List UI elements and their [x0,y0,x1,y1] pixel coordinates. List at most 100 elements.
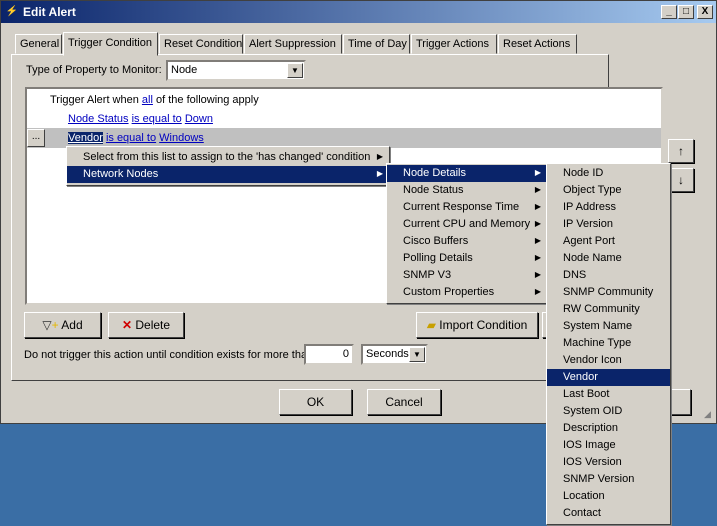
move-down-button[interactable]: ↓ [668,168,694,192]
condition-row-1: Node Status is equal to Down [68,113,213,125]
context-menu-node-details: Node ID Object Type IP Address IP Version Ag… [546,163,671,525]
menu-item-dns[interactable]: DNS [547,267,670,284]
menu-item-vendor[interactable]: Vendor [547,369,670,386]
menu-item-label: System Name [563,320,633,332]
menu-item-label: DNS [563,269,587,281]
menu-item-label: Cisco Buffers [403,235,469,247]
tab-trigger-actions[interactable]: Trigger Actions [411,34,497,54]
add-button-label: Add [61,318,83,332]
submenu-arrow-icon: ▶ [534,202,541,211]
menu-item-node-name[interactable]: Node Name [547,250,670,267]
menu-item-node-id[interactable]: Node ID [547,165,670,182]
property-type-select[interactable]: Node ▼ [166,60,306,81]
menu-item-snmp-v3[interactable]: SNMP V3 ▶ [387,267,547,284]
menu-item-contact[interactable]: Contact [547,505,670,522]
menu-item-cisco-buffers[interactable]: Cisco Buffers ▶ [387,233,547,250]
menu-item-polling-details[interactable]: Polling Details ▶ [387,250,547,267]
cancel-button[interactable]: Cancel [367,389,441,415]
menu-item-agent-port[interactable]: Agent Port [547,233,670,250]
delay-value-input[interactable]: 0 [304,344,354,365]
delete-button-label: Delete [135,318,171,332]
menu-item-label: Node Name [563,252,622,264]
row2-field-link[interactable]: Vendor [68,132,103,144]
menu-item-label: SNMP V3 [403,269,452,281]
menu-item-label: SNMP Community [563,286,654,298]
row1-value-link[interactable]: Down [185,113,213,125]
menu-item-description[interactable]: Description [547,420,670,437]
menu-item-label: SNMP Version [563,473,635,485]
menu-item-ip-version[interactable]: IP Version [547,216,670,233]
tab-time-of-day[interactable]: Time of Day [343,34,410,54]
menu-item-label: Vendor Icon [563,354,622,366]
menu-item-label: Node Details [403,167,466,179]
menu-item-label: Node Status [403,184,464,196]
menu-item-ios-image[interactable]: IOS Image [547,437,670,454]
title-bar[interactable]: ⚡ Edit Alert _ □ X [1,1,716,23]
menu-item-location[interactable]: Location [547,488,670,505]
all-any-link[interactable]: all [142,94,153,106]
menu-item-object-type[interactable]: Object Type [547,182,670,199]
ok-button[interactable]: OK [279,389,352,415]
delay-label: Do not trigger this action until conditi… [24,349,314,361]
header-text-pre: Trigger Alert when [50,94,142,106]
menu-item-ios-version[interactable]: IOS Version [547,454,670,471]
add-button[interactable]: ▽+ Add [24,312,101,338]
close-button[interactable]: X [697,5,713,19]
menu-item-rw-community[interactable]: RW Community [547,301,670,318]
menu-item-label: Description [563,422,619,434]
menu-item-ip-address[interactable]: IP Address [547,199,670,216]
menu-item-custom-properties[interactable]: Custom Properties ▶ [387,284,547,301]
menu-item-label: Current Response Time [403,201,520,213]
menu-item-node-status[interactable]: Node Status ▶ [387,182,547,199]
import-condition-button[interactable]: ▰ Import Condition [416,312,538,338]
submenu-arrow-icon: ▶ [534,185,541,194]
row2-value-link[interactable]: Windows [159,132,204,144]
chevron-down-icon[interactable]: ▼ [409,347,425,362]
maximize-button[interactable]: □ [678,5,694,19]
menu-item-system-oid[interactable]: System OID [547,403,670,420]
submenu-arrow-icon: ▶ [534,236,541,245]
menu-item-label: Contact [563,507,601,519]
menu-item-snmp-version[interactable]: SNMP Version [547,471,670,488]
row1-operator-link[interactable]: is equal to [132,113,182,125]
condition-header: Trigger Alert when all of the following … [50,94,259,106]
menu-item-vendor-icon[interactable]: Vendor Icon [547,352,670,369]
context-menu-node-categories: Node Details ▶ Node Status ▶ Current Respons… [386,163,548,304]
tab-reset-condition[interactable]: Reset Condition [159,34,243,54]
move-up-button[interactable]: ↑ [668,139,694,163]
property-type-value: Node [171,64,198,76]
import-button-label: Import Condition [439,318,528,332]
folder-icon: ▰ [426,318,436,332]
menu-item-label: Vendor [563,371,598,383]
tab-reset-actions[interactable]: Reset Actions [498,34,577,54]
menu-item-machine-type[interactable]: Machine Type [547,335,670,352]
menu-item-snmp-community[interactable]: SNMP Community [547,284,670,301]
menu-item-network-nodes[interactable]: Network Nodes ▶ [67,166,389,183]
menu-item-label: Polling Details [403,252,473,264]
row2-operator-link[interactable]: is equal to [106,132,156,144]
menu-item-last-boot[interactable]: Last Boot [547,386,670,403]
submenu-arrow-icon: ▶ [534,253,541,262]
submenu-arrow-icon: ▶ [534,287,541,296]
menu-item-label: Last Boot [563,388,610,400]
tab-alert-suppression[interactable]: Alert Suppression [244,34,342,54]
tab-general[interactable]: General [15,34,62,54]
menu-item-system-name[interactable]: System Name [547,318,670,335]
add-condition-icon: ▽+ [42,318,59,332]
row2-options-button[interactable]: ... [27,129,45,147]
menu-item-node-details[interactable]: Node Details ▶ [387,165,547,182]
delete-button[interactable]: ✕ Delete [108,312,184,338]
menu-item-current-cpu-and-memory[interactable]: Current CPU and Memory ▶ [387,216,547,233]
submenu-arrow-icon: ▶ [534,219,541,228]
tab-trigger-condition[interactable]: Trigger Condition [63,32,158,56]
menu-item-label: IOS Image [563,439,616,451]
menu-item-label: Select from this list to assign to the '… [83,151,371,163]
menu-item-current-response-time[interactable]: Current Response Time ▶ [387,199,547,216]
menu-item-label: IOS Version [563,456,622,468]
menu-item-select-from-this-list-to-assign-to-the-has-changed-condition[interactable]: Select from this list to assign to the '… [67,149,389,166]
row1-field-link[interactable]: Node Status [68,113,129,125]
resize-grip-icon[interactable]: ◢ [704,409,711,420]
delay-unit-select[interactable]: Seconds ▼ [361,344,428,365]
minimize-button[interactable]: _ [661,5,677,19]
chevron-down-icon[interactable]: ▼ [287,63,303,78]
